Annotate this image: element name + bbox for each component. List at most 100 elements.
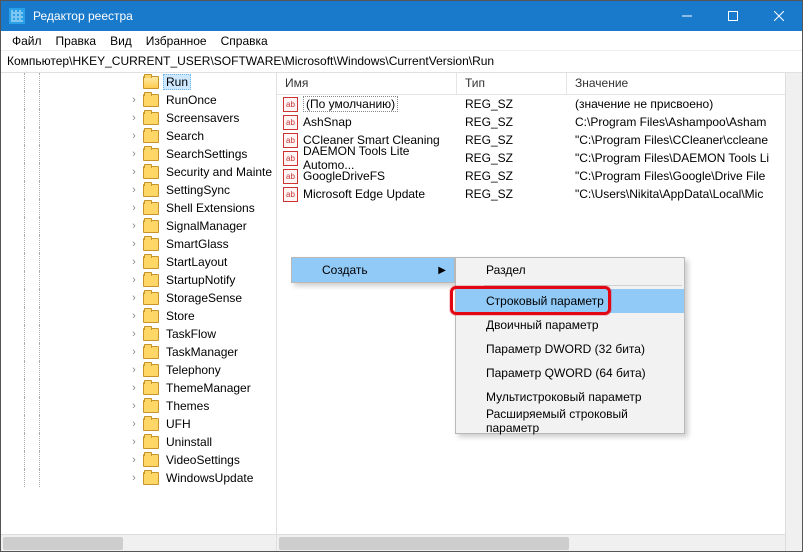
tree-item[interactable]: ›ThemeManager <box>1 379 276 397</box>
menu-favorites[interactable]: Избранное <box>139 32 214 50</box>
context-submenu[interactable]: Раздел Строковый параметрДвоичный парамет… <box>455 257 685 434</box>
column-name[interactable]: Имя <box>277 73 457 94</box>
tree-item-label: UFH <box>163 416 194 432</box>
tree-item-label: Run <box>163 74 191 90</box>
value-data: "C:\Program Files\CCleaner\ccleane <box>567 133 802 147</box>
tree-item[interactable]: › StorageSense <box>1 289 276 307</box>
folder-icon <box>143 364 159 377</box>
tree-item[interactable]: ›TaskManager <box>1 343 276 361</box>
value-row[interactable]: abMicrosoft Edge UpdateREG_SZ"C:\Users\N… <box>277 185 802 203</box>
value-row[interactable]: abDAEMON Tools Lite Automo...REG_SZ"C:\P… <box>277 149 802 167</box>
tree-item-label: TaskFlow <box>163 326 219 342</box>
tree-item[interactable]: › VideoSettings <box>1 451 276 469</box>
ctx-sub-item[interactable]: Параметр DWORD (32 бита) <box>456 337 684 361</box>
menu-file[interactable]: Файл <box>5 32 49 50</box>
tree-item[interactable]: ›StartLayout <box>1 253 276 271</box>
scrollbar-thumb[interactable] <box>279 537 569 550</box>
expand-icon[interactable]: › <box>129 238 139 250</box>
string-value-icon: ab <box>283 169 298 184</box>
tree-item[interactable]: › SmartGlass <box>1 235 276 253</box>
column-type[interactable]: Тип <box>457 73 567 94</box>
expand-icon[interactable]: › <box>129 436 139 448</box>
tree-item[interactable]: ›Telephony <box>1 361 276 379</box>
folder-icon <box>143 130 159 143</box>
ctx-sub-item[interactable]: Двоичный параметр <box>456 313 684 337</box>
tree-item[interactable]: › RunOnce <box>1 91 276 109</box>
expand-icon[interactable]: › <box>129 400 139 412</box>
tree-scrollbar-horizontal[interactable] <box>1 534 276 551</box>
tree-item-label: RunOnce <box>163 92 220 108</box>
tree-item[interactable]: ›Shell Extensions <box>1 199 276 217</box>
scrollbar-thumb[interactable] <box>3 537 123 550</box>
tree-item-label: VideoSettings <box>163 452 243 468</box>
registry-tree[interactable]: Run › RunOnce›Screensavers›Search›SearchSe… <box>1 73 277 551</box>
expand-icon[interactable]: › <box>129 94 139 106</box>
column-value[interactable]: Значение <box>567 73 802 94</box>
tree-item[interactable]: › SignalManager <box>1 217 276 235</box>
menu-view[interactable]: Вид <box>103 32 139 50</box>
tree-item-label: Store <box>163 308 198 324</box>
ctx-create[interactable]: Создать ▶ <box>292 258 454 282</box>
list-scrollbar-vertical[interactable] <box>785 73 802 551</box>
expand-icon[interactable]: › <box>129 310 139 322</box>
expand-icon[interactable]: › <box>129 418 139 430</box>
tree-item[interactable]: ›Themes <box>1 397 276 415</box>
expand-icon[interactable]: › <box>129 256 139 268</box>
tree-item[interactable]: ›SettingSync <box>1 181 276 199</box>
tree-item[interactable]: ›Search <box>1 127 276 145</box>
ctx-sub-item[interactable]: Мультистроковый параметр <box>456 385 684 409</box>
expand-icon[interactable]: › <box>129 184 139 196</box>
context-menu[interactable]: Создать ▶ <box>291 257 455 283</box>
ctx-sub-item[interactable]: Расширяемый строковый параметр <box>456 409 684 433</box>
ctx-sub-item[interactable]: Параметр QWORD (64 бита) <box>456 361 684 385</box>
close-button[interactable] <box>756 1 802 31</box>
list-scrollbar-horizontal[interactable] <box>277 534 785 551</box>
minimize-button[interactable] <box>664 1 710 31</box>
tree-item[interactable]: ›WindowsUpdate <box>1 469 276 487</box>
tree-item-label: SmartGlass <box>163 236 232 252</box>
expand-icon[interactable]: › <box>129 112 139 124</box>
expand-icon[interactable]: › <box>129 148 139 160</box>
maximize-button[interactable] <box>710 1 756 31</box>
tree-item-label: StorageSense <box>163 290 245 306</box>
expand-icon[interactable]: › <box>129 220 139 232</box>
value-row[interactable]: ab(По умолчанию)REG_SZ(значение не присв… <box>277 95 802 113</box>
expand-icon[interactable]: › <box>129 292 139 304</box>
tree-item[interactable]: › UFH <box>1 415 276 433</box>
address-bar[interactable]: Компьютер\HKEY_CURRENT_USER\SOFTWARE\Mic… <box>1 51 802 73</box>
titlebar[interactable]: Редактор реестра <box>1 1 802 31</box>
value-row[interactable]: abGoogleDriveFSREG_SZ"C:\Program Files\G… <box>277 167 802 185</box>
expand-icon[interactable]: › <box>129 328 139 340</box>
tree-item-label: SignalManager <box>163 218 250 234</box>
expand-icon[interactable]: › <box>129 166 139 178</box>
tree-item[interactable]: ›SearchSettings <box>1 145 276 163</box>
tree-item[interactable]: ›Screensavers <box>1 109 276 127</box>
ctx-sub-item[interactable]: Строковый параметр <box>456 289 684 313</box>
menu-help[interactable]: Справка <box>214 32 275 50</box>
list-header[interactable]: Имя Тип Значение <box>277 73 802 95</box>
expand-icon[interactable]: › <box>129 346 139 358</box>
ctx-sub-item[interactable]: Раздел <box>456 258 684 282</box>
folder-icon <box>143 310 159 323</box>
tree-item[interactable]: ›Uninstall <box>1 433 276 451</box>
value-row[interactable]: abAshSnapREG_SZC:\Program Files\Ashampoo… <box>277 113 802 131</box>
folder-icon <box>143 76 159 89</box>
window-title: Редактор реестра <box>33 9 664 23</box>
expand-icon[interactable]: › <box>129 364 139 376</box>
tree-item[interactable]: › Store <box>1 307 276 325</box>
tree-item[interactable]: ›Security and Mainte <box>1 163 276 181</box>
tree-item[interactable]: ›StartupNotify <box>1 271 276 289</box>
expand-icon[interactable]: › <box>129 202 139 214</box>
value-data: C:\Program Files\Ashampoo\Asham <box>567 115 802 129</box>
expand-icon[interactable]: › <box>129 274 139 286</box>
expand-icon[interactable]: › <box>129 130 139 142</box>
expand-icon[interactable]: › <box>129 454 139 466</box>
value-type: REG_SZ <box>457 115 567 129</box>
tree-item[interactable]: Run <box>1 73 276 91</box>
menubar: Файл Правка Вид Избранное Справка <box>1 31 802 51</box>
tree-item[interactable]: › TaskFlow <box>1 325 276 343</box>
folder-icon <box>143 292 159 305</box>
expand-icon[interactable]: › <box>129 472 139 484</box>
menu-edit[interactable]: Правка <box>49 32 104 50</box>
expand-icon[interactable]: › <box>129 382 139 394</box>
